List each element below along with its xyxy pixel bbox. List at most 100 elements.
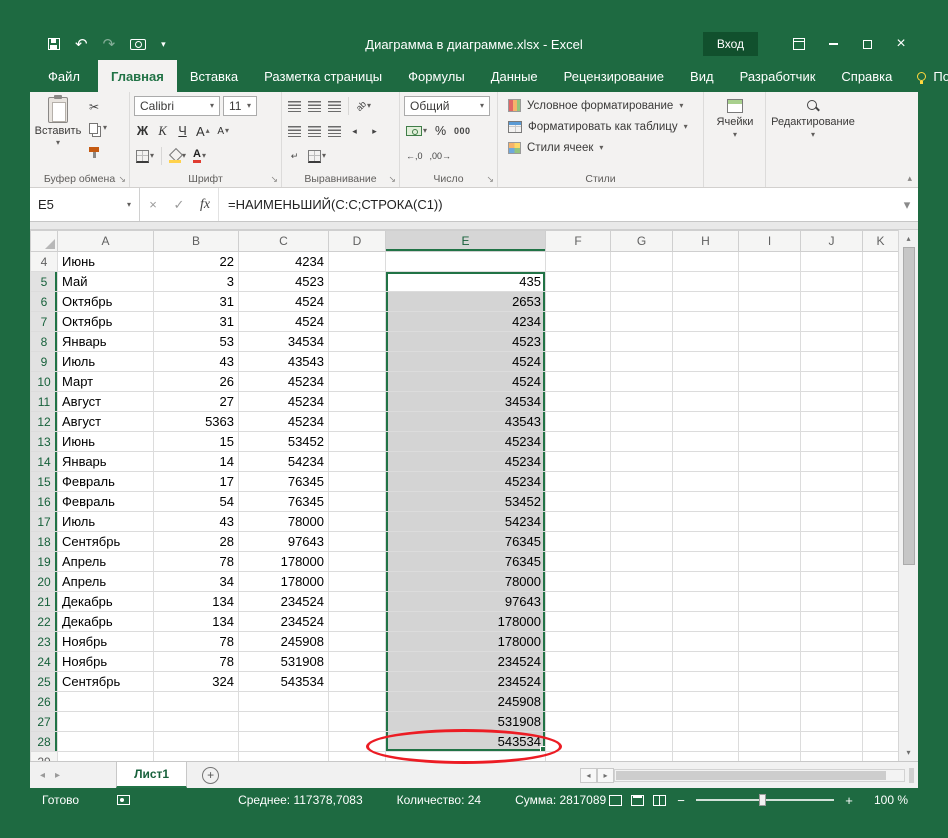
cell-K18[interactable] (863, 532, 899, 552)
row-header-15[interactable]: 15 (31, 472, 58, 492)
cell-I9[interactable] (739, 352, 801, 372)
save-icon[interactable] (48, 38, 60, 50)
copy-button[interactable]: ▾ (86, 119, 110, 137)
cell-H10[interactable] (673, 372, 739, 392)
merge-center-button[interactable]: ▾ (306, 147, 328, 166)
cell-G29[interactable] (611, 752, 673, 762)
cell-E28[interactable]: 543534 (386, 732, 546, 752)
cell-K9[interactable] (863, 352, 899, 372)
cell-D28[interactable] (329, 732, 386, 752)
cell-E17[interactable]: 54234 (386, 512, 546, 532)
tab-help[interactable]: Справка (828, 60, 905, 92)
cell-E22[interactable]: 178000 (386, 612, 546, 632)
row-header-22[interactable]: 22 (31, 612, 58, 632)
column-header-E[interactable]: E (386, 231, 546, 252)
cell-B24[interactable]: 78 (154, 652, 239, 672)
row-header-23[interactable]: 23 (31, 632, 58, 652)
cell-A12[interactable]: Август (58, 412, 154, 432)
cell-I15[interactable] (739, 472, 801, 492)
cell-C6[interactable]: 4524 (239, 292, 329, 312)
macro-record-icon[interactable] (117, 795, 130, 805)
cell-I20[interactable] (739, 572, 801, 592)
tab-page-layout[interactable]: Разметка страницы (251, 60, 395, 92)
camera-icon[interactable] (130, 39, 146, 50)
alignment-dialog-launcher[interactable]: ↘ (388, 174, 396, 185)
cell-F5[interactable] (546, 272, 611, 292)
cell-K20[interactable] (863, 572, 899, 592)
cell-A14[interactable]: Январь (58, 452, 154, 472)
tell-me-help[interactable]: Помощь (905, 60, 948, 92)
undo-button[interactable]: ↶ (75, 35, 88, 53)
cell-F27[interactable] (546, 712, 611, 732)
cell-B22[interactable]: 134 (154, 612, 239, 632)
cell-B5[interactable]: 3 (154, 272, 239, 292)
cell-E13[interactable]: 45234 (386, 432, 546, 452)
collapse-ribbon-button[interactable]: ▴ (907, 173, 912, 184)
cell-J25[interactable] (801, 672, 863, 692)
row-header-27[interactable]: 27 (31, 712, 58, 732)
minimize-button[interactable] (816, 30, 850, 58)
column-header-A[interactable]: A (58, 231, 154, 252)
cell-K21[interactable] (863, 592, 899, 612)
cell-J7[interactable] (801, 312, 863, 332)
cell-H21[interactable] (673, 592, 739, 612)
cell-C26[interactable] (239, 692, 329, 712)
cell-F24[interactable] (546, 652, 611, 672)
cell-K6[interactable] (863, 292, 899, 312)
column-header-F[interactable]: F (546, 231, 611, 252)
sheet-nav-right-icon[interactable]: ▸ (55, 770, 60, 781)
column-header-C[interactable]: C (239, 231, 329, 252)
cell-C29[interactable] (239, 752, 329, 762)
format-as-table-button[interactable]: Форматировать как таблицу ▾ (502, 116, 699, 137)
cell-F12[interactable] (546, 412, 611, 432)
cell-J9[interactable] (801, 352, 863, 372)
cell-A17[interactable]: Июль (58, 512, 154, 532)
cell-I23[interactable] (739, 632, 801, 652)
cell-E18[interactable]: 76345 (386, 532, 546, 552)
insert-function-button[interactable]: fx (192, 188, 218, 221)
orientation-button[interactable]: ab▾ (354, 97, 373, 116)
cell-A26[interactable] (58, 692, 154, 712)
cell-J17[interactable] (801, 512, 863, 532)
cell-B17[interactable]: 43 (154, 512, 239, 532)
cell-F29[interactable] (546, 752, 611, 762)
cell-C17[interactable]: 78000 (239, 512, 329, 532)
cell-C5[interactable]: 4523 (239, 272, 329, 292)
column-header-H[interactable]: H (673, 231, 739, 252)
cell-I8[interactable] (739, 332, 801, 352)
cell-B8[interactable]: 53 (154, 332, 239, 352)
cell-F19[interactable] (546, 552, 611, 572)
tab-view[interactable]: Вид (677, 60, 727, 92)
cell-B25[interactable]: 324 (154, 672, 239, 692)
cell-H17[interactable] (673, 512, 739, 532)
cell-E4[interactable] (386, 252, 546, 272)
cell-A28[interactable] (58, 732, 154, 752)
increase-decimal-button[interactable]: ←,0 (404, 147, 425, 166)
cell-A10[interactable]: Март (58, 372, 154, 392)
wrap-text-button[interactable]: ↵ (286, 147, 303, 166)
cell-G20[interactable] (611, 572, 673, 592)
cell-I11[interactable] (739, 392, 801, 412)
cell-C10[interactable]: 45234 (239, 372, 329, 392)
cell-B28[interactable] (154, 732, 239, 752)
cell-E9[interactable]: 4524 (386, 352, 546, 372)
font-name-combo[interactable]: Calibri▾ (134, 96, 220, 116)
cell-F18[interactable] (546, 532, 611, 552)
cell-B9[interactable]: 43 (154, 352, 239, 372)
cell-J28[interactable] (801, 732, 863, 752)
cell-F10[interactable] (546, 372, 611, 392)
cell-G14[interactable] (611, 452, 673, 472)
cell-K13[interactable] (863, 432, 899, 452)
cell-H23[interactable] (673, 632, 739, 652)
row-header-29[interactable]: 29 (31, 752, 58, 762)
cell-K24[interactable] (863, 652, 899, 672)
clipboard-dialog-launcher[interactable]: ↘ (118, 174, 126, 185)
cell-A18[interactable]: Сентябрь (58, 532, 154, 552)
cell-F15[interactable] (546, 472, 611, 492)
row-header-16[interactable]: 16 (31, 492, 58, 512)
cell-A15[interactable]: Февраль (58, 472, 154, 492)
row-header-12[interactable]: 12 (31, 412, 58, 432)
cell-C21[interactable]: 234524 (239, 592, 329, 612)
cell-I24[interactable] (739, 652, 801, 672)
cell-C23[interactable]: 245908 (239, 632, 329, 652)
